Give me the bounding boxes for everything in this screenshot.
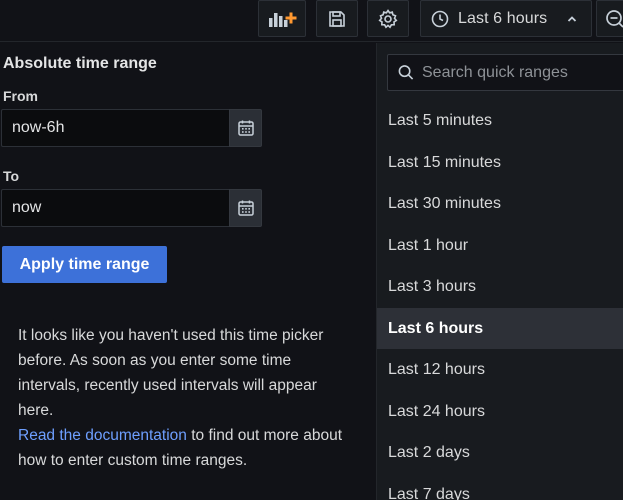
from-label: From (3, 88, 38, 104)
zoom-out-icon (606, 9, 623, 28)
to-input-group (1, 189, 262, 227)
to-input[interactable] (1, 189, 229, 227)
empty-state-text: It looks like you haven't used this time… (18, 327, 324, 419)
time-picker-button[interactable]: Last 6 hours (420, 0, 592, 37)
absolute-time-range-pane: Absolute time range From To (0, 43, 376, 500)
from-input[interactable] (1, 109, 229, 147)
quick-range-item[interactable]: Last 24 hours (377, 391, 623, 433)
quick-ranges-list: Last 5 minutes Last 15 minutes Last 30 m… (377, 100, 623, 500)
quick-range-item[interactable]: Last 7 days (377, 474, 623, 500)
documentation-link[interactable]: Read the documentation (18, 427, 187, 444)
quick-range-item[interactable]: Last 2 days (377, 432, 623, 474)
from-input-group (1, 109, 262, 147)
gear-icon (378, 8, 398, 28)
add-panel-icon (269, 12, 297, 27)
quick-range-item[interactable]: Last 15 minutes (377, 142, 623, 184)
recent-ranges-empty-state: It looks like you haven't used this time… (18, 323, 348, 473)
from-calendar-button[interactable] (229, 109, 262, 147)
zoom-out-button[interactable] (596, 0, 623, 37)
quick-range-item[interactable]: Last 5 minutes (377, 100, 623, 142)
dashboard-toolbar: Last 6 hours (0, 0, 623, 42)
apply-time-range-button[interactable]: Apply time range (2, 246, 167, 283)
add-panel-button[interactable] (258, 0, 306, 37)
chevron-up-icon (568, 15, 577, 22)
quick-ranges-pane: Last 5 minutes Last 15 minutes Last 30 m… (376, 43, 623, 500)
quick-range-item[interactable]: Last 3 hours (377, 266, 623, 308)
time-picker-label: Last 6 hours (458, 9, 548, 27)
to-calendar-button[interactable] (229, 189, 262, 227)
to-label: To (3, 168, 20, 184)
dashboard-settings-button[interactable] (367, 0, 409, 37)
quick-range-item[interactable]: Last 30 minutes (377, 183, 623, 225)
clock-icon (431, 10, 449, 27)
absolute-range-title: Absolute time range (3, 55, 157, 72)
quick-range-item[interactable]: Last 12 hours (377, 349, 623, 391)
save-icon (329, 10, 345, 27)
quick-range-item[interactable]: Last 1 hour (377, 225, 623, 267)
save-dashboard-button[interactable] (316, 0, 358, 37)
calendar-icon (237, 120, 254, 136)
quick-ranges-search-input[interactable] (420, 62, 623, 83)
quick-ranges-search (387, 54, 623, 91)
search-icon (398, 65, 414, 80)
calendar-icon (237, 200, 254, 216)
quick-range-item-selected[interactable]: Last 6 hours (377, 307, 623, 349)
